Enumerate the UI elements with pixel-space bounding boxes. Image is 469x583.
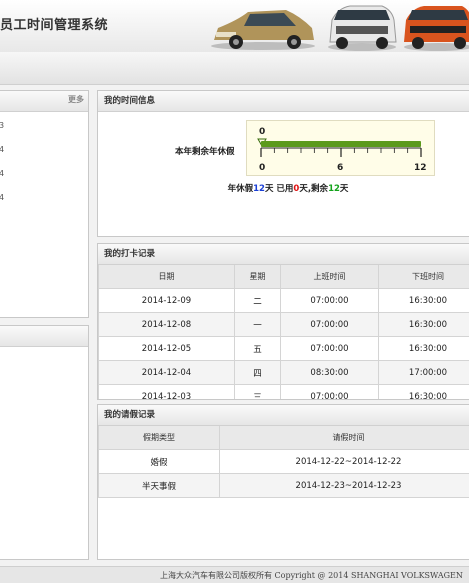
cell-leave-period: 2014-12-23~2014-12-23	[220, 474, 469, 498]
cell-clock-in: 07:00:00	[281, 313, 379, 337]
column-header-leave-type: 假期类型	[99, 426, 220, 450]
cell-clock-in: 07:00:00	[281, 385, 379, 401]
annual-leave-summary: 年休假12天 已用0天,剩余12天	[98, 182, 469, 194]
cell-leave-period: 2014-12-22~2014-12-22	[220, 450, 469, 474]
table-row: 2014-12-09 二 07:00:00 16:30:00	[99, 289, 469, 313]
time-info-title: 我的时间信息	[98, 91, 469, 112]
leave-records-table: 假期类型 请假时间 婚假 2014-12-22~2014-12-22 半天事假 …	[98, 426, 469, 498]
time-info-panel: 我的时间信息 本年剩余年休假 0 0 6 12 年休假12天 已用0天,剩余12…	[97, 90, 469, 237]
cell-weekday: 一	[235, 313, 281, 337]
app-header: 员工时间管理系统	[0, 0, 469, 52]
summary-prefix: 年休假	[228, 184, 254, 194]
table-row: 半天事假 2014-12-23~2014-12-23	[99, 474, 469, 498]
cell-clock-in: 08:30:00	[281, 361, 379, 385]
gauge-fill	[261, 141, 421, 147]
copyright-text: 上海大众汽车有限公司版权所有 Copyright @ 2014 SHANGHAI…	[160, 570, 463, 581]
list-item[interactable]: 4	[0, 162, 88, 186]
summary-unit-days: 天	[340, 184, 349, 194]
annual-leave-gauge-svg: 0 0 6 12	[247, 121, 434, 175]
gauge-mid-label: 6	[337, 163, 343, 173]
table-row: 2014-12-04 四 08:30:00 17:00:00	[99, 361, 469, 385]
summary-unit-used: 天 已用	[265, 184, 293, 194]
list-item[interactable]: 4	[0, 138, 88, 162]
cell-weekday: 四	[235, 361, 281, 385]
left-panel-secondary	[0, 325, 89, 560]
punch-records-table: 日期 星期 上班时间 下班时间 2014-12-09 二 07:00:00 16…	[98, 265, 469, 400]
column-header-clock-in: 上班时间	[281, 265, 379, 289]
left-panel-secondary-header	[0, 326, 88, 347]
list-item[interactable]: 3	[0, 114, 88, 138]
column-header-date: 日期	[99, 265, 235, 289]
cell-date: 2014-12-03	[99, 385, 235, 401]
gauge-ticks	[261, 148, 421, 157]
cell-weekday: 三	[235, 385, 281, 401]
navigation-bar	[0, 52, 469, 85]
cell-leave-type: 半天事假	[99, 474, 220, 498]
table-row: 2014-12-08 一 07:00:00 16:30:00	[99, 313, 469, 337]
left-panel-header: 更多	[0, 91, 88, 112]
column-header-weekday: 星期	[235, 265, 281, 289]
gauge-marker-value: 0	[259, 127, 265, 137]
annual-leave-label: 本年剩余年休假	[175, 145, 235, 157]
cell-date: 2014-12-09	[99, 289, 235, 313]
more-link[interactable]: 更多	[68, 91, 84, 109]
cell-clock-out: 16:30:00	[379, 313, 469, 337]
summary-remaining-days: 12	[328, 184, 340, 194]
app-title: 员工时间管理系统	[0, 14, 108, 33]
cell-clock-out: 17:00:00	[379, 361, 469, 385]
punch-records-title: 我的打卡记录	[98, 244, 469, 265]
leave-records-title: 我的请假记录	[98, 405, 469, 426]
punch-records-panel: 我的打卡记录 日期 星期 上班时间 下班时间 2014-12-09 二 07:0…	[97, 243, 469, 400]
cell-leave-type: 婚假	[99, 450, 220, 474]
cell-clock-out: 16:30:00	[379, 289, 469, 313]
cell-clock-in: 07:00:00	[281, 289, 379, 313]
cell-clock-in: 07:00:00	[281, 337, 379, 361]
cell-clock-out: 16:30:00	[379, 385, 469, 401]
page-footer: 上海大众汽车有限公司版权所有 Copyright @ 2014 SHANGHAI…	[0, 566, 469, 583]
cell-clock-out: 16:30:00	[379, 337, 469, 361]
gauge-max-label: 12	[414, 163, 427, 173]
annual-leave-gauge: 0 0 6 12	[246, 120, 435, 176]
left-panel-list: 更多 3 4 4 4	[0, 90, 89, 318]
leave-records-panel: 我的请假记录 假期类型 请假时间 婚假 2014-12-22~2014-12-2…	[97, 404, 469, 560]
list-item[interactable]: 4	[0, 186, 88, 210]
column-header-clock-out: 下班时间	[379, 265, 469, 289]
cell-date: 2014-12-04	[99, 361, 235, 385]
car-image-sedan	[208, 2, 318, 52]
cell-date: 2014-12-05	[99, 337, 235, 361]
summary-total-days: 12	[253, 184, 265, 194]
car-image-suv-orange	[402, 2, 469, 52]
gauge-min-label: 0	[259, 163, 265, 173]
table-row: 2014-12-03 三 07:00:00 16:30:00	[99, 385, 469, 401]
car-image-suv-white	[326, 2, 398, 52]
left-list: 3 4 4 4	[0, 114, 88, 210]
table-row: 婚假 2014-12-22~2014-12-22	[99, 450, 469, 474]
cell-weekday: 二	[235, 289, 281, 313]
cell-date: 2014-12-08	[99, 313, 235, 337]
table-row: 2014-12-05 五 07:00:00 16:30:00	[99, 337, 469, 361]
column-header-leave-period: 请假时间	[220, 426, 469, 450]
summary-unit-remaining: 天,剩余	[299, 184, 328, 194]
cell-weekday: 五	[235, 337, 281, 361]
